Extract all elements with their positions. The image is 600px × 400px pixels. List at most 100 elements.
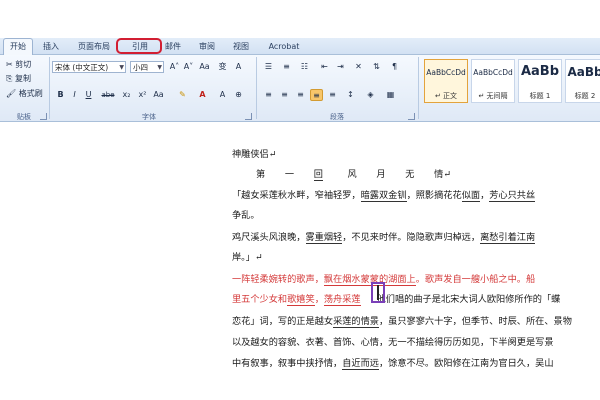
text-run: 一阵轻柔婉转的歌声， [232,274,324,285]
text-run: 采莲的情景 [333,316,379,328]
font-size-combo[interactable]: 小四 ▼ [130,61,164,73]
text-cursor [377,285,379,300]
subscript-button[interactable]: x₂ [120,89,133,101]
distributed-icon[interactable]: ≡ [326,89,339,101]
italic-button[interactable]: I [68,89,81,101]
underline-button[interactable]: U [82,89,95,101]
bullets-icon[interactable]: ☰ [262,61,275,73]
text-run: ， [314,294,324,305]
group-separator [418,57,419,119]
style-no-spacing[interactable]: AaBbCcDd ↵ 无间隔 [471,59,515,103]
text-line: 以及越女的容貌、衣著、首饰、心情，无一不描绘得历历如见，下半阕更是写景 [232,337,554,348]
font-launcher-icon[interactable] [245,113,252,120]
text-run: 。歌声发自一艘小船之中。船 [415,274,536,285]
tab-mailings[interactable]: 邮件 [162,39,184,54]
paragraph-group-label: 段落 [330,113,344,121]
phonetic-guide-icon[interactable]: 变 [216,61,229,73]
tab-view[interactable]: 视图 [229,39,253,54]
chapter-word: 无 [405,169,415,180]
style-preview: AaBb [520,64,560,79]
font-group-label: 字体 [142,113,156,121]
text-run: 离愁引着江南 [480,232,536,244]
format-painter-button[interactable]: 🖌 格式刷 [6,88,43,100]
chapter-word: 风 [347,169,357,180]
clear-format-icon[interactable]: Aa [198,61,211,73]
text-run: ，虽只寥寥六十字，但季节、时辰、所在、景物 [379,316,572,327]
style-heading-1[interactable]: AaBb 标题 1 [518,59,562,103]
font-color-icon[interactable]: A [196,89,209,101]
paragraph-launcher-icon[interactable] [408,113,415,120]
align-left-icon[interactable]: ≡ [262,89,275,101]
chapter-word: 第 [256,169,266,180]
text-run: 「越女采莲秋水畔，窄袖轻罗， [232,190,361,201]
enclose-char-icon[interactable]: ⊕ [232,89,245,101]
text-run: 恋花」词，写的正是越女 [232,316,334,327]
multilevel-list-icon[interactable]: ☷ [298,61,311,73]
text-run: ，不见来时伴。隐隐歌声归棹远， [342,232,481,243]
strikethrough-button[interactable]: abe [100,89,116,101]
chapter-word: 一 [284,169,295,180]
text-run: 飘在烟水蒙蒙的湖面上 [323,274,416,286]
word-window: 开始 插入 页面布局 引用 邮件 审阅 视图 Acrobat ✂ 剪切 ⎘ 复制… [0,0,600,400]
increase-indent-icon[interactable]: ⇥ [334,61,347,73]
left-margin-area [0,122,150,400]
copy-icon: ⎘ [6,74,13,83]
document-page[interactable]: 神雕侠侣↵ 第 一 回 风 月 无 情↵ 「越女采莲秋水畔，窄袖轻罗，暗露双金钏… [220,140,600,400]
style-normal[interactable]: AaBbCcDd ↵ 正文 [424,59,468,103]
sort-icon[interactable]: ⇅ [370,61,383,73]
text-run: 歌嬉笑 [287,294,315,306]
superscript-button[interactable]: x² [136,89,149,101]
copy-label: 复制 [14,74,31,83]
text-run: ，照影摘花花 [406,190,462,201]
numbering-icon[interactable]: ≡ [280,61,293,73]
line-spacing-icon[interactable]: ↕ [344,89,357,101]
doc-heading: 神雕侠侣↵ [232,149,277,160]
bold-button[interactable]: B [54,89,67,101]
tab-review[interactable]: 审阅 [196,39,218,54]
chinese-layout-icon[interactable]: ✕ [352,61,365,73]
ribbon-tab-bar: 开始 插入 页面布局 引用 邮件 审阅 视图 Acrobat [0,38,600,55]
style-heading-2[interactable]: AaBb 标题 2 [565,59,600,103]
text-line: 「越女采莲秋水畔，窄袖轻罗，暗露双金钏，照影摘花花似面，芳心只共丝 [232,187,536,202]
shading-icon[interactable]: ◈ [364,89,377,101]
tab-page-layout[interactable]: 页面布局 [74,39,114,54]
chapter-word: 情↵ [434,169,452,180]
highlight-icon[interactable]: ✎ [176,89,189,101]
chapter-word: 回 [313,169,323,181]
shrink-font-icon[interactable]: A˅ [182,61,195,73]
tab-acrobat[interactable]: Acrobat [266,39,302,54]
char-border-icon[interactable]: A [232,61,245,73]
brush-icon: 🖌 [6,89,17,98]
text-run: 荡舟采莲 [323,294,361,306]
font-name-combo[interactable]: 宋体 (中文正文) ▼ [52,61,126,73]
align-right-icon[interactable]: ≡ [294,89,307,101]
text-line: 争乱。 [232,210,260,221]
font-size-value: 小四 [133,63,148,72]
text-run: 似面 [461,190,481,202]
decrease-indent-icon[interactable]: ⇤ [318,61,331,73]
text-run: 暗露双金钏 [360,190,407,202]
clipboard-launcher-icon[interactable] [40,113,47,120]
text-line: 里五个少女和歌嬉笑，荡舟采莲 他们唱的曲子是北宋大词人欧阳修所作的「蝶 [232,291,561,306]
grow-font-icon[interactable]: A˄ [168,61,181,73]
text-run: ， [480,190,490,201]
justify-icon[interactable]: ≡ [310,89,323,101]
chapter-word: 月 [376,169,386,180]
text-run: ，馀意不尽。欧阳修在江南为官日久，吴山 [379,358,554,369]
style-name: 标题 1 [529,92,551,100]
cut-label: 剪切 [15,60,32,69]
cut-button[interactable]: ✂ 剪切 [6,59,31,71]
show-marks-icon[interactable]: ¶ [388,61,401,73]
char-shading-icon[interactable]: A [216,89,229,101]
tab-home[interactable]: 开始 [3,38,33,55]
copy-button[interactable]: ⎘ 复制 [6,73,31,85]
text-run: 他们唱的曲子是北宋大词人欧阳修所作的「蝶 [376,294,561,305]
text-line: 岸。」↵ [232,252,263,263]
group-separator [256,57,257,119]
borders-icon[interactable]: ▦ [384,89,397,101]
change-case-button[interactable]: Aa [152,89,165,101]
tab-insert[interactable]: 插入 [40,39,62,54]
ribbon-home: ✂ 剪切 ⎘ 复制 🖌 格式刷 贴板 宋体 (中文正文) ▼ 小四 ▼ A˄ A˅ … [0,55,600,122]
text-run: 芳心只共丝 [489,190,536,202]
align-center-icon[interactable]: ≡ [278,89,291,101]
